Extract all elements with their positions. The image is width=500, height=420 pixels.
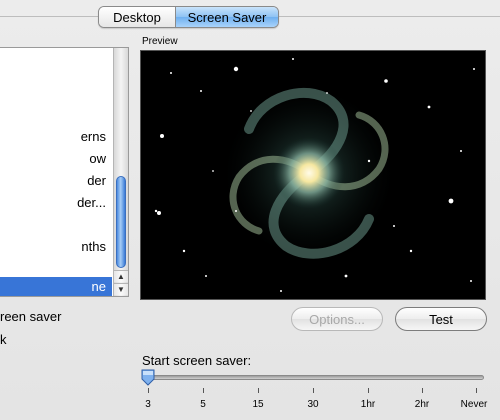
screen-saver-list[interactable]: erns ow der der... nths ne ▲ ▼ [0,47,129,297]
galaxy-icon [154,58,475,292]
slider-tick [258,388,259,393]
show-clock-option[interactable]: k [0,332,7,347]
list-scrollbar[interactable]: ▲ ▼ [113,48,128,296]
tab-desktop[interactable]: Desktop [99,7,176,27]
tab-screen-saver[interactable]: Screen Saver [176,7,278,27]
list-item[interactable]: nths [0,236,112,258]
slider-knob-icon[interactable] [140,369,156,386]
pane-tabs: Desktop Screen Saver [98,6,279,28]
list-item[interactable]: ow [0,148,112,170]
tick-label: 30 [307,399,319,410]
slider-tick [148,388,149,393]
slider-tick [422,388,423,393]
slider-tick [203,388,204,393]
list-item[interactable]: erns [0,126,112,148]
list-item[interactable]: der... [0,192,112,214]
top-separator-right [279,16,500,17]
start-time-slider-track[interactable] [146,375,484,380]
test-button[interactable]: Test [395,307,487,331]
preview-image [140,50,486,300]
tick-label: 1hr [360,399,376,410]
slider-tick [368,388,369,393]
random-saver-option[interactable]: reen saver [0,309,61,324]
preview-label: Preview [142,36,178,47]
list-item[interactable] [0,214,112,236]
list-item[interactable]: der [0,170,112,192]
tick-label: 2hr [414,399,430,410]
tick-label: 3 [145,399,151,410]
scroll-up-icon[interactable]: ▲ [114,270,128,282]
tick-label: 15 [252,399,264,410]
start-screen-saver-label: Start screen saver: [142,353,252,368]
tick-label: 5 [200,399,206,410]
slider-tick [476,388,477,393]
scroll-down-icon[interactable]: ▼ [114,283,128,295]
list-item-selected[interactable]: ne [0,277,112,296]
tick-label: Never [460,399,488,410]
top-separator-left [0,16,98,17]
slider-tick [313,388,314,393]
options-button[interactable]: Options... [291,307,383,331]
scrollbar-thumb[interactable] [116,176,126,268]
